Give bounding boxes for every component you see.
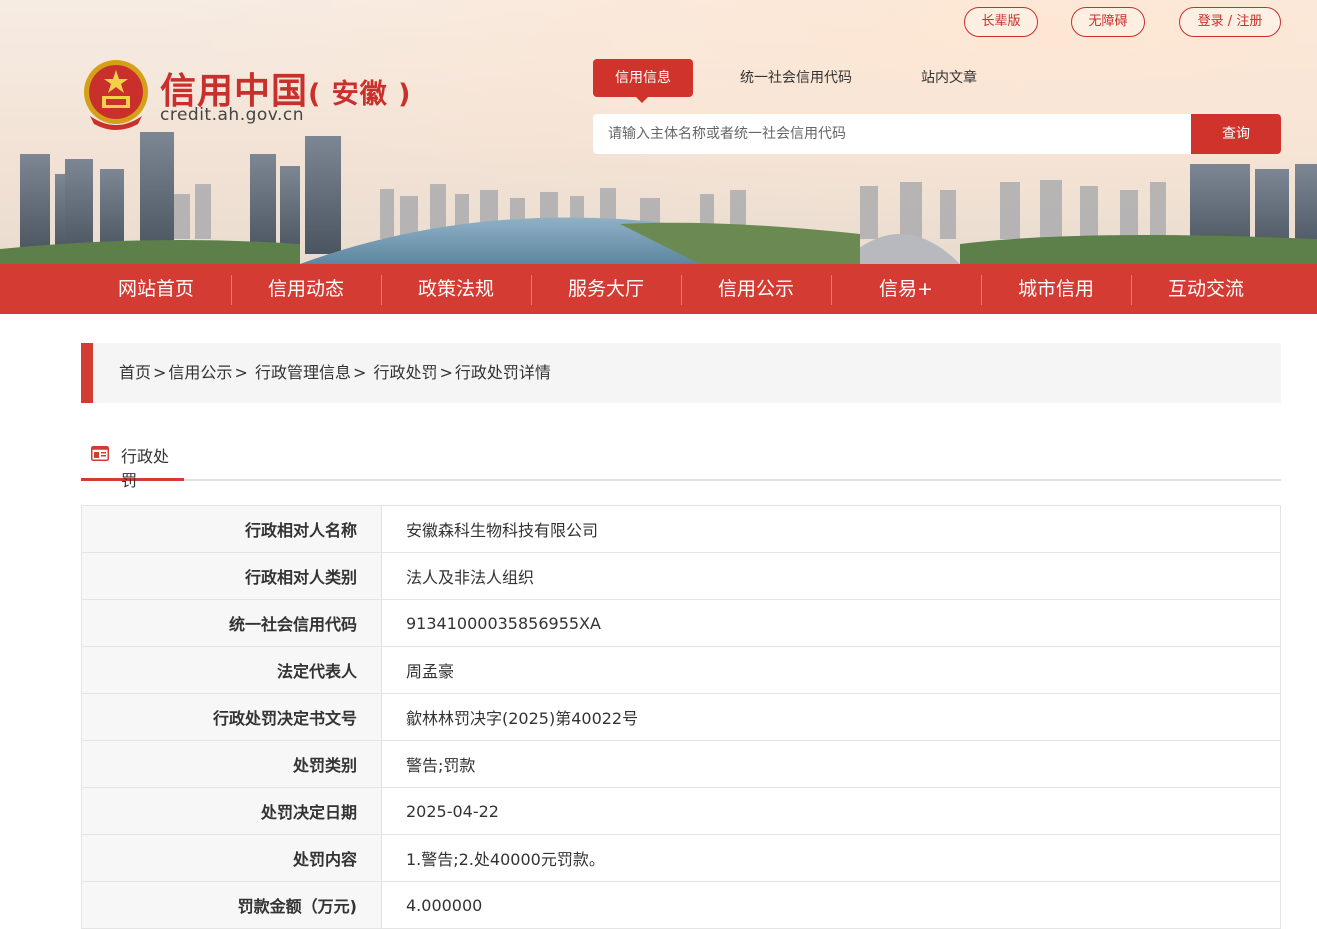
section-title: 行政处罚 — [121, 447, 170, 490]
table-row: 处罚内容 1.警告;2.处40000元罚款。 — [81, 834, 1281, 882]
nav-service-hall[interactable]: 服务大厅 — [531, 264, 681, 314]
field-label: 行政相对人名称 — [81, 505, 382, 553]
field-label: 统一社会信用代码 — [81, 599, 382, 647]
field-label: 行政相对人类别 — [81, 552, 382, 600]
site-title-region: ( 安徽 ) — [308, 79, 412, 110]
nav-credit-news[interactable]: 信用动态 — [231, 264, 381, 314]
breadcrumb-chevron-icon: > — [439, 363, 453, 382]
breadcrumb-credit-disclosure[interactable]: 信用公示 — [168, 363, 232, 382]
field-value: 周孟豪 — [381, 646, 1281, 694]
field-label: 罚款金额（万元) — [81, 881, 382, 929]
table-row: 行政相对人名称 安徽森科生物科技有限公司 — [81, 505, 1281, 553]
field-value: 91341000035856955XA — [381, 599, 1281, 647]
field-value: 1.警告;2.处40000元罚款。 — [381, 834, 1281, 882]
section-divider — [81, 479, 1281, 481]
site-url: credit.ah.gov.cn — [160, 105, 305, 125]
search-input[interactable] — [593, 114, 1191, 154]
field-label: 行政处罚决定书文号 — [81, 693, 382, 741]
field-value: 歙林林罚决字(2025)第40022号 — [381, 693, 1281, 741]
table-row: 法定代表人 周孟豪 — [81, 646, 1281, 694]
field-value: 4.000000 — [381, 881, 1281, 929]
login-register-button[interactable]: 登录 / 注册 — [1179, 7, 1281, 37]
breadcrumb-chevron-icon: > — [234, 363, 248, 382]
nav-policies[interactable]: 政策法规 — [381, 264, 531, 314]
penalty-details-table: 行政相对人名称 安徽森科生物科技有限公司 行政相对人类别 法人及非法人组织 统一… — [81, 505, 1281, 929]
tab-credit-info[interactable]: 信用信息 — [593, 59, 693, 103]
breadcrumb-admin-info[interactable]: 行政管理信息 — [255, 363, 351, 382]
nav-credit-plus[interactable]: 信易+ — [831, 264, 981, 314]
main-nav: 网站首页 信用动态 政策法规 服务大厅 信用公示 信易+ 城市信用 互动交流 — [0, 264, 1317, 314]
table-row: 统一社会信用代码 91341000035856955XA — [81, 599, 1281, 647]
field-label: 处罚类别 — [81, 740, 382, 788]
national-emblem-logo — [84, 60, 148, 130]
field-value: 法人及非法人组织 — [381, 552, 1281, 600]
nav-credit-disclosure[interactable]: 信用公示 — [681, 264, 831, 314]
breadcrumb-admin-penalty[interactable]: 行政处罚 — [373, 363, 437, 382]
section-tab-admin-penalty[interactable]: 行政处罚 — [81, 433, 184, 490]
breadcrumb-chevron-icon: > — [352, 363, 367, 382]
elder-mode-button[interactable]: 长辈版 — [964, 7, 1038, 37]
field-label: 处罚决定日期 — [81, 787, 382, 835]
table-row: 行政相对人类别 法人及非法人组织 — [81, 552, 1281, 600]
table-row: 处罚类别 警告;罚款 — [81, 740, 1281, 788]
breadcrumb-current: 行政处罚详情 — [454, 363, 551, 382]
field-value: 警告;罚款 — [381, 740, 1281, 788]
breadcrumb-home[interactable]: 首页 — [119, 363, 151, 382]
accessibility-button[interactable]: 无障碍 — [1071, 7, 1145, 37]
table-row: 行政处罚决定书文号 歙林林罚决字(2025)第40022号 — [81, 693, 1281, 741]
nav-interaction[interactable]: 互动交流 — [1131, 264, 1281, 314]
breadcrumb-trail: 首页 > 信用公示 > 行政管理信息 > 行政处罚 > 行政处罚详情 — [119, 343, 551, 403]
site-header: 长辈版 无障碍 登录 / 注册 信用中国( 安徽 ) credit.ah.gov… — [0, 0, 1317, 264]
breadcrumb: 首页 > 信用公示 > 行政管理信息 > 行政处罚 > 行政处罚详情 — [81, 343, 1281, 403]
table-row: 处罚决定日期 2025-04-22 — [81, 787, 1281, 835]
tab-site-articles[interactable]: 站内文章 — [905, 59, 993, 97]
nav-city-credit[interactable]: 城市信用 — [981, 264, 1131, 314]
field-label: 法定代表人 — [81, 646, 382, 694]
search-button[interactable]: 查询 — [1191, 114, 1281, 154]
list-card-icon — [91, 446, 109, 461]
nav-home[interactable]: 网站首页 — [81, 264, 231, 314]
breadcrumb-chevron-icon: > — [153, 363, 167, 382]
tab-credit-code[interactable]: 统一社会信用代码 — [728, 59, 864, 97]
field-value: 安徽森科生物科技有限公司 — [381, 505, 1281, 553]
field-label: 处罚内容 — [81, 834, 382, 882]
table-row: 罚款金额（万元) 4.000000 — [81, 881, 1281, 929]
field-value: 2025-04-22 — [381, 787, 1281, 835]
